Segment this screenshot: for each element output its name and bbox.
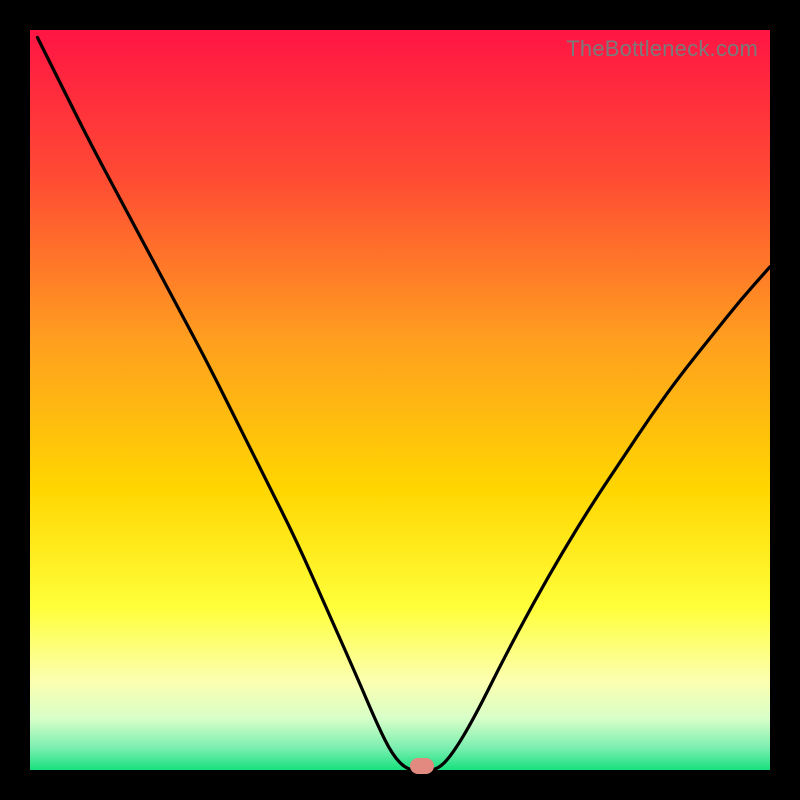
optimal-marker (410, 758, 434, 774)
chart-frame: TheBottleneck.com (0, 0, 800, 800)
watermark-text: TheBottleneck.com (566, 36, 758, 62)
plot-area: TheBottleneck.com (30, 30, 770, 770)
bottleneck-curve (30, 30, 770, 770)
